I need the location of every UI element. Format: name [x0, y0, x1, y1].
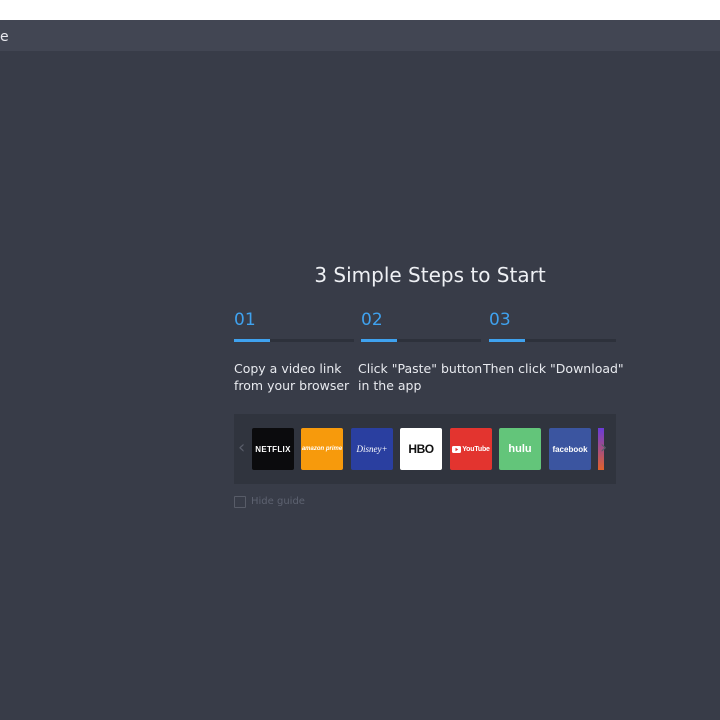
step-3: 03 Then click "Download" — [483, 308, 624, 376]
step-line-1: Then click "Download" — [483, 361, 624, 376]
hide-guide-label: Hide guide — [251, 496, 305, 507]
step-number: 02 — [361, 310, 383, 330]
step-1: 01 Copy a video link from your browser — [234, 308, 362, 393]
disney-plus-logo-icon: Disney+ — [351, 428, 393, 470]
step-line-1: Copy a video link — [234, 361, 342, 376]
app-title-bar — [0, 20, 720, 51]
step-number: 03 — [489, 310, 511, 330]
step-line-1: Click "Paste" button — [358, 361, 483, 376]
step-line-2: in the app — [358, 378, 422, 393]
guide-title: 3 Simple Steps to Start — [314, 263, 546, 287]
netflix-logo-icon: NETFLIX — [252, 428, 294, 470]
step-description: Click "Paste" button in the app — [358, 360, 498, 394]
chevron-left-icon[interactable]: ‹ — [238, 436, 245, 460]
platform-name: Disney+ — [356, 444, 388, 454]
browser-chrome-bar — [0, 0, 720, 20]
platform-name: hulu — [508, 443, 532, 455]
chevron-right-icon[interactable]: › — [600, 436, 607, 460]
hulu-logo-icon: hulu — [499, 428, 541, 470]
platform-name: facebook — [552, 444, 588, 454]
platform-name: HBO — [408, 442, 434, 456]
platform-name: amazon prime — [301, 446, 343, 452]
step-description: Copy a video link from your browser — [234, 360, 374, 394]
step-number: 01 — [234, 310, 256, 330]
youtube-logo-icon: YouTube — [450, 428, 492, 470]
step-indicator — [361, 339, 397, 342]
hbo-logo-icon: HBO — [400, 428, 442, 470]
amazon-prime-logo-icon: amazon prime — [301, 428, 343, 470]
step-description: Then click "Download" — [483, 360, 624, 377]
platform-name: NETFLIX — [255, 444, 291, 454]
step-2: 02 Click "Paste" button in the app — [358, 308, 489, 393]
play-icon — [452, 445, 462, 453]
step-indicator — [234, 339, 270, 342]
hide-guide-checkbox[interactable] — [234, 496, 246, 508]
supported-platforms-carousel: ‹ NETFLIX amazon prime Disney+ HBO YouTu… — [234, 414, 616, 484]
hide-guide-option[interactable]: Hide guide — [234, 495, 305, 509]
window-title-fragment: e — [0, 29, 9, 45]
step-indicator — [489, 339, 525, 342]
platform-name: YouTube — [462, 445, 490, 453]
facebook-logo-icon: facebook — [549, 428, 591, 470]
step-line-2: from your browser — [234, 378, 350, 393]
